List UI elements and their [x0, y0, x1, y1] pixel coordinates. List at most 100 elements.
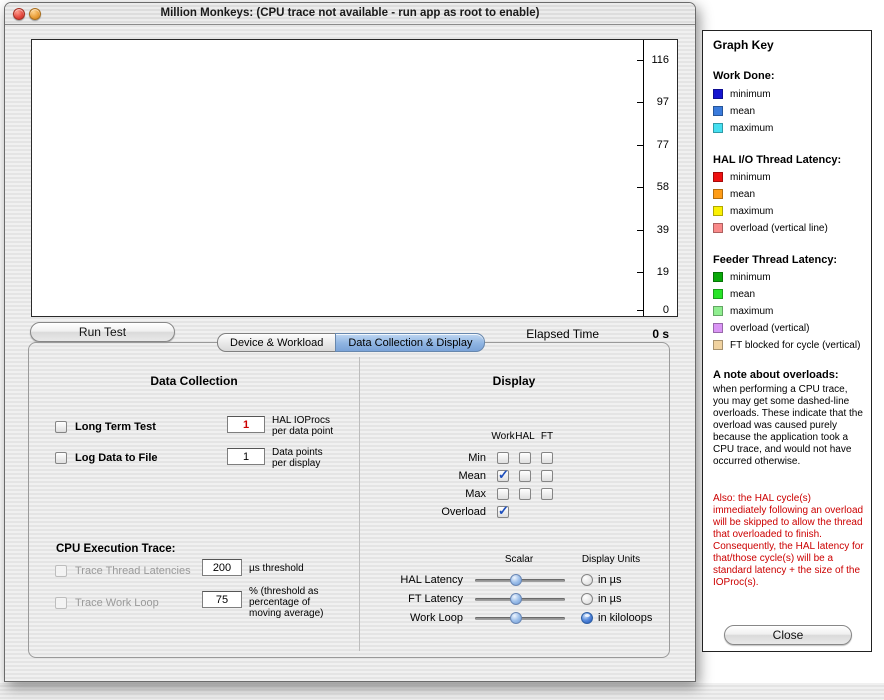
key-item: mean [713, 288, 755, 300]
color-swatch [713, 306, 723, 316]
key-item: mean [713, 188, 755, 200]
checkbox-min-hal[interactable] [519, 452, 531, 464]
checkbox-overload-work[interactable] [497, 506, 509, 518]
overloads-note-heading: A note about overloads: [713, 369, 839, 381]
ft-latency-slider[interactable] [475, 592, 565, 606]
tab-bar: Device & Workload Data Collection & Disp… [217, 333, 485, 352]
graph-key-panel: Graph Key Work Done: minimum mean maximu… [702, 30, 872, 652]
checkbox-min-ft[interactable] [541, 452, 553, 464]
run-test-button[interactable]: Run Test [30, 322, 175, 342]
work-loop-slider[interactable] [475, 611, 565, 625]
hal-ioprocs-input[interactable] [227, 416, 265, 433]
data-points-label-line1: Data points [272, 447, 323, 458]
elapsed-time-label: Elapsed Time [526, 327, 599, 341]
radio-work-loop-in-kiloloops[interactable] [581, 612, 593, 624]
long-term-test-checkbox[interactable] [55, 421, 67, 433]
key-item: mean [713, 105, 755, 117]
feeder-latency-heading: Feeder Thread Latency: [713, 254, 837, 266]
y-axis-tick-label: 116 [635, 54, 669, 66]
key-item-label: mean [730, 106, 755, 117]
us-threshold-input[interactable] [202, 559, 242, 576]
trace-thread-latencies-label: Trace Thread Latencies [75, 565, 191, 577]
display-heading: Display [389, 374, 639, 388]
key-item-label: minimum [730, 272, 771, 283]
graph-plot-area: 116 97 77 58 39 19 0 [31, 39, 678, 317]
data-points-label-line2: per display [272, 458, 320, 469]
log-data-to-file-label: Log Data to File [75, 452, 158, 464]
row-label-min: Min [410, 452, 492, 464]
slider-thumb[interactable] [510, 574, 522, 586]
data-collection-heading: Data Collection [59, 374, 329, 388]
key-item-label: overload (vertical line) [730, 223, 828, 234]
y-axis-tick-label: 19 [635, 266, 669, 278]
work-loop-row: Work Loop in kiloloops [345, 609, 652, 626]
color-swatch [713, 289, 723, 299]
color-swatch [713, 123, 723, 133]
key-item-label: maximum [730, 206, 773, 217]
close-window-button[interactable] [13, 8, 25, 20]
color-swatch [713, 206, 723, 216]
key-item: maximum [713, 305, 773, 317]
data-points-input[interactable] [227, 448, 265, 465]
grid-row-mean: Mean [410, 468, 558, 483]
work-loop-threshold-input[interactable] [202, 591, 242, 608]
work-done-heading: Work Done: [713, 70, 775, 82]
hal-latency-slider[interactable] [475, 573, 565, 587]
color-swatch [713, 106, 723, 116]
grid-row-overload: Overload [410, 504, 558, 519]
work-loop-threshold-label-line1: % (threshold as [249, 586, 318, 597]
elapsed-time-value: 0 s [609, 327, 669, 341]
background-pinstripe [0, 683, 884, 700]
key-item-label: overload (vertical) [730, 323, 809, 334]
key-item-label: minimum [730, 172, 771, 183]
ft-latency-label: FT Latency [345, 593, 469, 605]
cpu-execution-trace-heading: CPU Execution Trace: [56, 543, 176, 555]
hal-latency-label: HAL Latency [345, 574, 469, 586]
radio-hal-latency-in-us[interactable] [581, 574, 593, 586]
work-loop-threshold-label-line3: moving average) [249, 608, 323, 619]
hal-latency-row: HAL Latency in µs [345, 571, 621, 588]
radio-ft-latency-in-us[interactable] [581, 593, 593, 605]
checkbox-min-work[interactable] [497, 452, 509, 464]
ft-latency-row: FT Latency in µs [345, 590, 621, 607]
long-term-test-row: Long Term Test [55, 420, 156, 434]
row-label-mean: Mean [410, 470, 492, 482]
checkbox-mean-hal[interactable] [519, 470, 531, 482]
checkbox-max-work[interactable] [497, 488, 509, 500]
row-label-max: Max [410, 488, 492, 500]
color-swatch [713, 340, 723, 350]
tab-content-panel: Data Collection Long Term Test Log Data … [28, 342, 670, 658]
color-swatch [713, 172, 723, 182]
key-item-label: mean [730, 289, 755, 300]
minimize-window-button[interactable] [29, 8, 41, 20]
slider-thumb[interactable] [510, 593, 522, 605]
y-axis-tick-label: 97 [635, 96, 669, 108]
log-data-to-file-checkbox[interactable] [55, 452, 67, 464]
key-item-label: FT blocked for cycle (vertical) [730, 340, 860, 351]
checkbox-max-hal[interactable] [519, 488, 531, 500]
checkbox-mean-work[interactable] [497, 470, 509, 482]
hal-ioprocs-label-line2: per data point [272, 426, 333, 437]
checkbox-mean-ft[interactable] [541, 470, 553, 482]
hal-latency-heading: HAL I/O Thread Latency: [713, 154, 841, 166]
y-axis-tick-label: 77 [635, 139, 669, 151]
key-item-label: maximum [730, 123, 773, 134]
checkbox-max-ft[interactable] [541, 488, 553, 500]
color-swatch [713, 189, 723, 199]
key-item: minimum [713, 271, 771, 283]
color-swatch [713, 323, 723, 333]
row-label-overload: Overload [410, 506, 492, 518]
tab-data-collection-display[interactable]: Data Collection & Display [335, 333, 485, 352]
y-axis-tick-label: 39 [635, 224, 669, 236]
tab-device-workload[interactable]: Device & Workload [217, 333, 335, 352]
close-button[interactable]: Close [724, 625, 852, 645]
work-loop-threshold-label-line2: percentage of [249, 597, 310, 608]
overloads-warning-text: Also: the HAL cycle(s) immediately follo… [713, 493, 865, 589]
slider-thumb[interactable] [510, 612, 522, 624]
long-term-test-label: Long Term Test [75, 421, 156, 433]
column-header-work: Work [492, 431, 514, 442]
color-swatch [713, 223, 723, 233]
tab-label: Data Collection & Display [348, 337, 472, 349]
titlebar[interactable]: Million Monkeys: (CPU trace not availabl… [5, 3, 695, 25]
trace-work-loop-row: Trace Work Loop [55, 596, 159, 610]
